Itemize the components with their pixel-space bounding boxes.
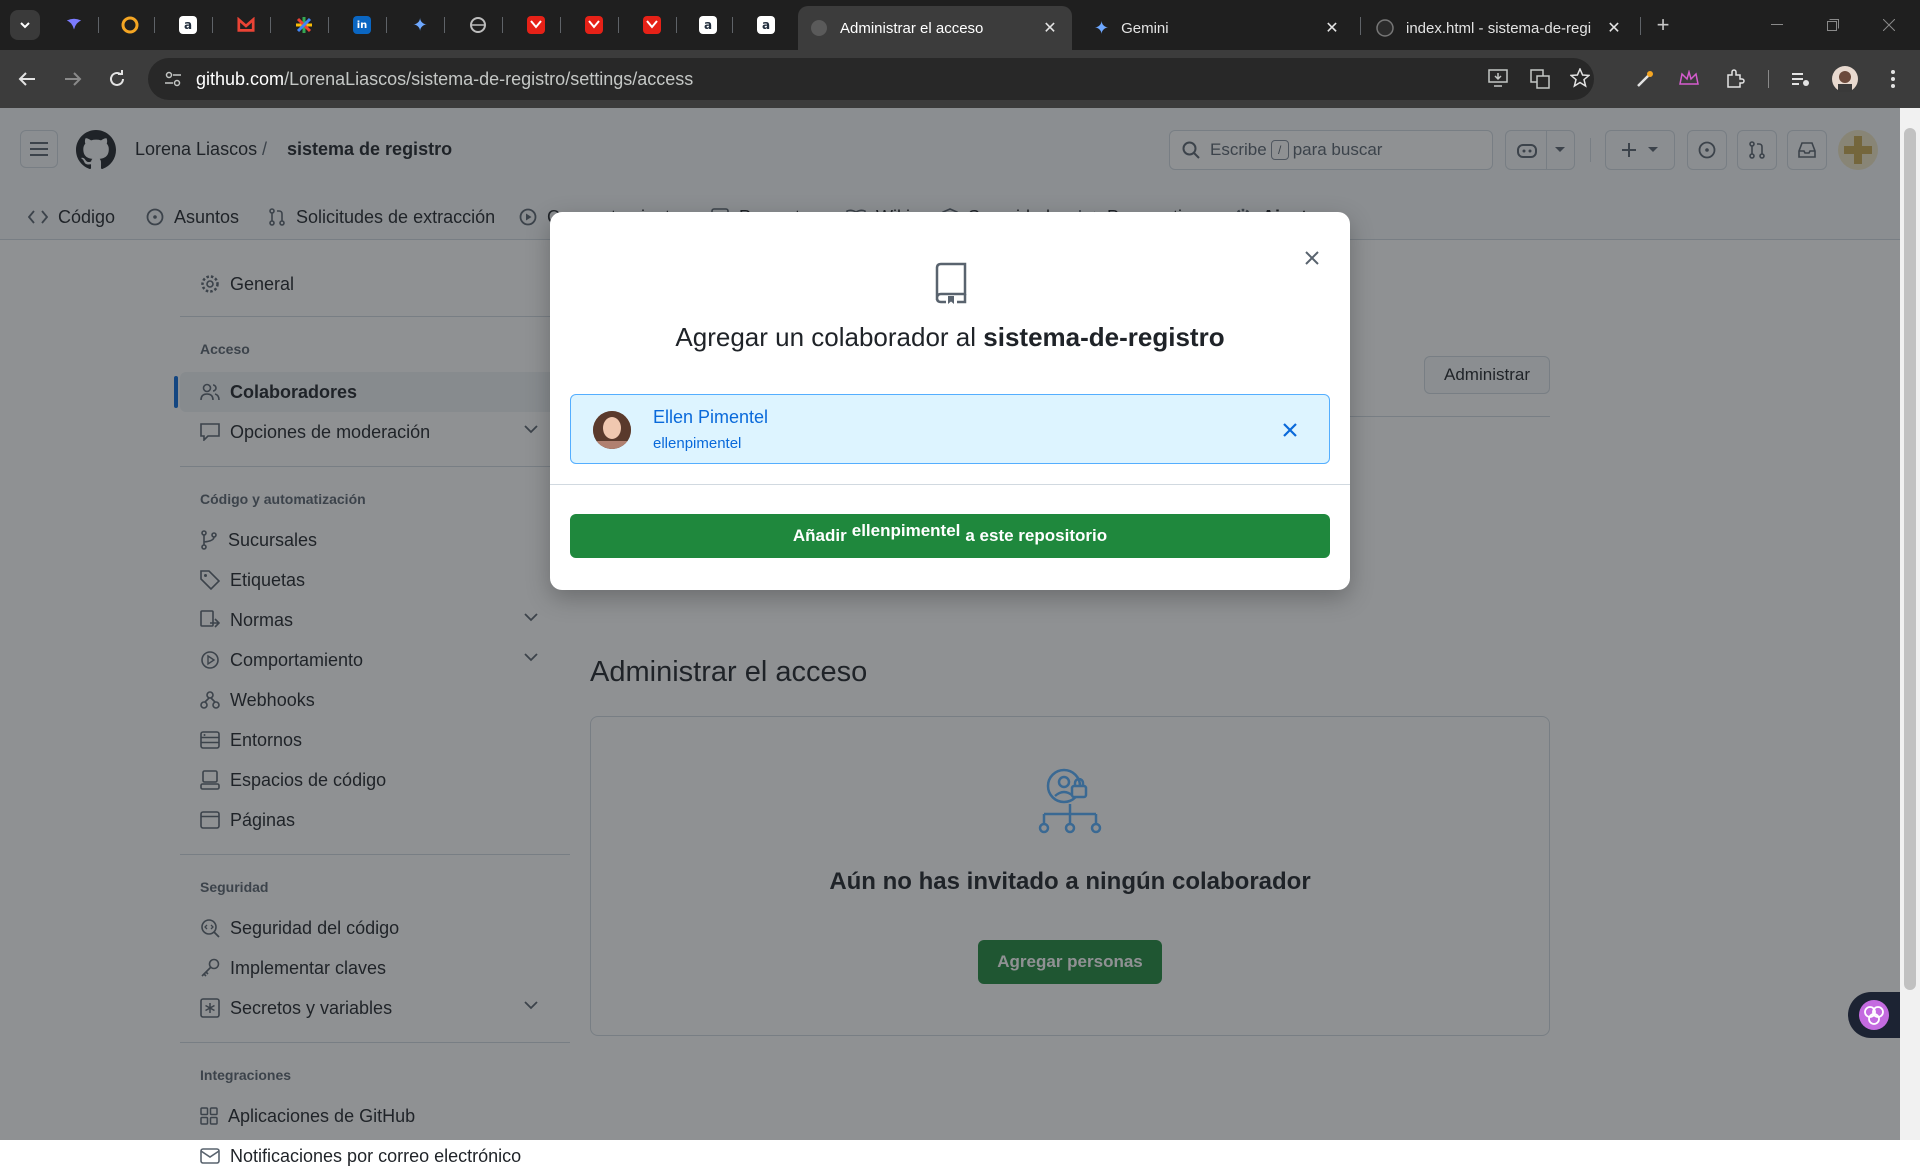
browser-tab-bar: a in ✦ a a Administrar el acceso ✕ ✦ Gem… [0, 0, 1920, 50]
ring-icon [121, 16, 139, 34]
pinned-tab-11[interactable] [638, 11, 666, 39]
tab-title: Administrar el acceso [840, 19, 984, 37]
mail-icon [200, 1148, 220, 1164]
amazon-icon: a [757, 16, 775, 34]
add-collaborator-dialog: Agregar un colaborador al sistema-de-reg… [550, 212, 1350, 590]
close-tab-icon[interactable]: ✕ [1604, 18, 1624, 38]
floating-assistant-button[interactable] [1848, 992, 1900, 1038]
pinned-tab-8[interactable] [464, 11, 492, 39]
bookmark-star-icon[interactable] [1570, 68, 1590, 88]
pinned-tab-4[interactable] [232, 11, 260, 39]
tab-index-html[interactable]: index.html - sistema-de-regi ✕ [1364, 6, 1636, 50]
address-bar[interactable]: github.com/LorenaLiascos/sistema-de-regi… [148, 58, 1594, 100]
red-app-icon [585, 16, 603, 34]
gemini-star-icon: ✦ [1094, 17, 1110, 38]
pinned-tab-2[interactable] [116, 11, 144, 39]
forward-button[interactable] [60, 66, 86, 92]
media-control-icon[interactable] [1788, 66, 1814, 92]
page-scrollbar[interactable] [1900, 108, 1920, 1140]
url-host: github.com [196, 69, 285, 89]
translate-icon[interactable] [1530, 69, 1550, 89]
site-info-icon[interactable] [164, 70, 182, 88]
chevron-down-icon [20, 22, 30, 29]
restore-button[interactable] [1818, 12, 1848, 38]
tab-title: index.html - sistema-de-regi [1406, 19, 1592, 37]
tab-gemini[interactable]: ✦ Gemini ✕ [1082, 6, 1354, 50]
pinned-tab-13[interactable]: a [752, 11, 780, 39]
button-prefix: Añadir [792, 526, 847, 545]
url-text: github.com/LorenaLiascos/sistema-de-regi… [196, 69, 693, 90]
selected-user-chip: Ellen Pimentel ellenpimentel [570, 394, 1330, 464]
brain-icon [1859, 1000, 1889, 1030]
sidebar-label: Notificaciones por correo electrónico [230, 1145, 522, 1166]
repo-icon [934, 262, 968, 304]
url-path: /LorenaLiascos/sistema-de-registro/setti… [284, 69, 694, 89]
add-to-repository-button[interactable]: Añadir ellenpimentel a este repositorio [570, 514, 1330, 558]
back-button[interactable] [14, 66, 40, 92]
pinned-tab-3[interactable]: a [174, 11, 202, 39]
github-favicon-icon [1376, 19, 1394, 37]
tab-administrar-acceso[interactable]: Administrar el acceso ✕ [798, 6, 1072, 50]
close-icon [1305, 251, 1319, 265]
new-tab-button[interactable]: + [1648, 12, 1678, 38]
red-app-icon [643, 16, 661, 34]
minimize-button[interactable] [1762, 12, 1792, 38]
pinned-tab-7[interactable]: ✦ [406, 11, 434, 39]
eyedropper-extension-icon[interactable] [1632, 66, 1658, 92]
close-tab-icon[interactable]: ✕ [1040, 18, 1060, 38]
close-tab-icon[interactable]: ✕ [1322, 18, 1342, 38]
close-dialog-button[interactable] [1298, 244, 1326, 272]
selected-user-name[interactable]: Ellen Pimentel [653, 407, 768, 428]
reload-button[interactable] [104, 66, 130, 92]
pinned-tab-1[interactable] [60, 11, 88, 39]
pinned-tab-12[interactable]: a [694, 11, 722, 39]
browser-toolbar: github.com/LorenaLiascos/sistema-de-regi… [0, 50, 1920, 108]
extensions-puzzle-icon[interactable] [1722, 66, 1748, 92]
pinned-tab-6[interactable]: in [348, 11, 376, 39]
user-avatar [593, 411, 631, 449]
amazon-icon: a [179, 16, 197, 34]
button-suffix: a este repositorio [965, 526, 1108, 545]
close-icon [1283, 423, 1297, 437]
gemini-star-icon: ✦ [412, 14, 428, 36]
amazon-icon: a [699, 16, 717, 34]
pinned-tab-5[interactable] [290, 11, 318, 39]
pinned-tab-9[interactable] [522, 11, 550, 39]
gmail-icon [237, 16, 255, 34]
crown-extension-icon[interactable] [1676, 66, 1702, 92]
globe-icon [469, 16, 487, 34]
dialog-title-repo: sistema-de-registro [983, 322, 1225, 352]
close-window-button[interactable] [1874, 12, 1904, 38]
sidebar-item-email-notifications[interactable]: Notificaciones por correo electrónico [180, 1136, 570, 1176]
tab-search-button[interactable] [10, 10, 40, 40]
linkedin-icon: in [353, 16, 371, 34]
tab-title: Gemini [1121, 19, 1169, 37]
remove-user-button[interactable] [1277, 417, 1303, 443]
button-login: ellenpimentel [851, 521, 961, 540]
asterisk-icon [295, 16, 313, 34]
dialog-title: Agregar un colaborador al sistema-de-reg… [550, 322, 1350, 353]
selected-user-login: ellenpimentel [653, 435, 742, 452]
pinned-tab-10[interactable] [580, 11, 608, 39]
browser-menu-icon[interactable] [1880, 66, 1906, 92]
github-favicon-icon [810, 19, 828, 37]
profile-avatar[interactable] [1832, 66, 1858, 92]
dialog-title-prefix: Agregar un colaborador al [675, 322, 977, 352]
scrollbar-thumb[interactable] [1904, 128, 1916, 990]
wing-icon [65, 16, 83, 34]
red-app-icon [527, 16, 545, 34]
install-app-icon[interactable] [1488, 69, 1508, 87]
